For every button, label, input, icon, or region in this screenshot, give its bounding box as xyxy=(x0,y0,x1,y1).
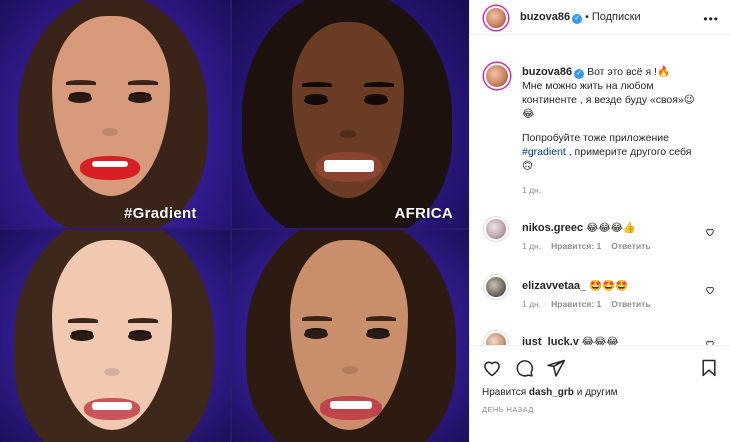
media-tile-asia xyxy=(0,230,230,442)
caption-line-1: Вот это всё я !🔥 xyxy=(587,66,671,78)
share-send-icon[interactable] xyxy=(546,358,566,378)
reply-button[interactable]: Ответить xyxy=(611,299,650,309)
comment-avatar[interactable] xyxy=(484,331,508,345)
media-tile-africa: AFRICA xyxy=(232,0,469,228)
separator-dot: • xyxy=(585,11,589,23)
caption-line-5: Попробуйте тоже приложение xyxy=(522,132,670,144)
post-side-panel: buzova86 ✓ • Подписки ••• buzova86 ✓ Вот это… xyxy=(469,0,730,442)
heart-outline-icon[interactable] xyxy=(705,285,715,295)
likes-summary[interactable]: Нравится dash_grb и другим xyxy=(482,387,617,398)
likes-user[interactable]: dash_grb xyxy=(529,387,574,398)
comment-item: just_luck.y 😂😂😂 xyxy=(482,331,719,345)
media-tile-latina xyxy=(232,230,469,442)
post-actions: Нравится dash_grb и другим xyxy=(470,345,730,405)
tile-label: #Gradient xyxy=(124,205,197,222)
caption-line-2: Мне можно жить на любом xyxy=(522,80,654,92)
hashtag-link[interactable]: #gradient xyxy=(522,146,566,158)
comment-text: 😂😂😂 xyxy=(581,336,619,345)
author-avatar[interactable] xyxy=(484,6,508,30)
comments-list[interactable]: buzova86 ✓ Вот это всё я !🔥 Мне можно жит… xyxy=(470,35,730,345)
following-button[interactable]: Подписки xyxy=(592,11,641,23)
media-tile-gradient: #Gradient xyxy=(0,0,230,228)
more-options-icon[interactable]: ••• xyxy=(703,12,719,26)
bookmark-save-icon[interactable] xyxy=(699,358,719,378)
comment-text: 🤩🤩🤩 xyxy=(589,280,629,292)
caption-username[interactable]: buzova86 xyxy=(522,66,572,78)
heart-outline-icon[interactable] xyxy=(705,227,715,237)
comment-time: 1 дн. xyxy=(522,241,542,251)
caption-line-4: 😂 xyxy=(522,108,535,120)
like-heart-icon[interactable] xyxy=(482,358,502,378)
portrait-lips xyxy=(80,156,140,180)
comment-avatar[interactable] xyxy=(484,275,508,299)
comment-username[interactable]: just_luck.y xyxy=(522,336,579,345)
caption-avatar[interactable] xyxy=(484,63,510,89)
caption-line-6: , примерите другого себя xyxy=(565,146,692,158)
comment-item: nikos.greec 😂😂😂👍 1 дн. Нравится: 1 Ответит… xyxy=(482,217,719,251)
post-media[interactable]: #Gradient AFRICA xyxy=(0,0,469,442)
comment-text: 😂😂😂👍 xyxy=(586,222,636,234)
comment-time: 1 дн. xyxy=(522,299,542,309)
author-username[interactable]: buzova86 xyxy=(520,11,570,23)
comment-username[interactable]: nikos.greec xyxy=(522,222,583,234)
comment-avatar[interactable] xyxy=(484,217,508,241)
comment-bubble-icon[interactable] xyxy=(514,358,534,378)
caption-time: 1 дн. xyxy=(522,185,542,195)
caption-line-7: 🙃 xyxy=(522,160,533,172)
comment-item: elizavvetaa_ 🤩🤩🤩 1 дн. Нравится: 1 Ответит… xyxy=(482,275,719,309)
reply-button[interactable]: Ответить xyxy=(611,241,650,251)
tile-label: AFRICA xyxy=(394,205,453,222)
comment-likes[interactable]: Нравится: 1 xyxy=(551,241,601,251)
verified-badge-icon: ✓ xyxy=(574,69,585,79)
post-header: buzova86 ✓ • Подписки ••• xyxy=(470,0,730,35)
post-timestamp: ДЕНЬ НАЗАД xyxy=(482,405,534,414)
verified-badge-icon: ✓ xyxy=(572,14,583,24)
caption-line-3: континенте , я везде буду «своя»😉 xyxy=(522,94,695,106)
comment-likes[interactable]: Нравится: 1 xyxy=(551,299,601,309)
comment-username[interactable]: elizavvetaa_ xyxy=(522,280,586,292)
